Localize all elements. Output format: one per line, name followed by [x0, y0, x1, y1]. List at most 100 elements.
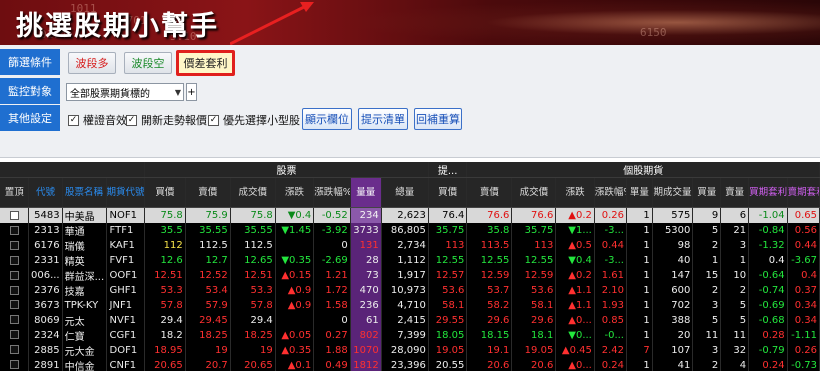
checkmark-icon: ✓ — [208, 114, 219, 126]
pin-checkbox[interactable] — [9, 210, 19, 220]
table-row[interactable]: 8069 元太 NVF1 29.4 29.45 29.4 0 61 2,415 29.55 29.6… — [0, 312, 820, 328]
pin-checkbox[interactable] — [9, 330, 19, 339]
cell-pin[interactable] — [0, 327, 30, 343]
cell-pin[interactable] — [0, 223, 30, 238]
cell-pin[interactable] — [0, 253, 30, 268]
cell-pin[interactable] — [0, 298, 30, 313]
col-header-future-change-pct[interactable]: 漲跌幅% — [594, 177, 627, 208]
quote-grid: 股票 提... 個股期貨 置頂 代號 股票名稱 期貨代號 買價 賣價 成交價 漲跌 漲跌幅% 量量… — [0, 162, 820, 371]
cell-stock-total-vol: 1,917 — [381, 268, 429, 283]
col-header-stock-ask[interactable]: 賣價 — [185, 177, 231, 208]
cell-sell-future-arb: 0.65 — [787, 207, 820, 223]
open-new-quote-checkbox[interactable]: ✓ 開新走勢報價 — [126, 112, 207, 128]
pin-checkbox[interactable] — [9, 240, 19, 250]
col-header-future-last[interactable]: 成交價 — [511, 177, 557, 208]
cell-future-tick-vol: 1 — [626, 327, 653, 343]
cell-bid-vol: 15 — [692, 268, 722, 283]
table-row[interactable]: 2331 精英 FVF1 12.6 12.7 12.65 ▼0.35 -2.69 28 1,112… — [0, 253, 820, 268]
cell-stock-ask: 112.5 — [185, 238, 231, 253]
table-row[interactable]: 006... 群益深... OOF1 12.51 12.52 12.51 ▲0.15 1.21… — [0, 268, 820, 283]
cell-stock-ask: 57.9 — [185, 298, 231, 313]
cell-future-tick-vol: 1 — [626, 223, 653, 238]
table-row[interactable]: 3673 TPK-KY JNF1 57.8 57.9 57.8 ▲0.9 1.58 236 4,7… — [0, 298, 820, 313]
pin-checkbox[interactable] — [9, 255, 19, 265]
pin-checkbox[interactable] — [9, 360, 19, 369]
cell-future-tick-vol: 1 — [626, 312, 653, 328]
cell-future-bid: 113 — [428, 238, 468, 253]
col-header-stock-total-vol[interactable]: 總量 — [381, 177, 429, 208]
pin-checkbox[interactable] — [9, 300, 19, 310]
col-header-stock-bid[interactable]: 買價 — [144, 177, 186, 208]
col-header-future-code[interactable]: 期貨代號 — [106, 177, 146, 208]
cell-pin[interactable] — [0, 312, 30, 328]
col-header-future-tick-vol[interactable]: 單量 — [626, 177, 653, 208]
col-header-code[interactable]: 代號 — [28, 177, 63, 208]
cell-stock-change-pct: 1.58 — [313, 298, 351, 313]
cell-stock-change-pct: 1.21 — [313, 268, 351, 283]
recalc-button[interactable]: 回補重算 — [414, 108, 462, 130]
table-row[interactable]: 2376 技嘉 GHF1 53.3 53.4 53.3 ▲0.9 1.72 470 10,973 5… — [0, 283, 820, 298]
wave-long-button[interactable]: 波段多 — [68, 52, 116, 74]
cell-pin[interactable] — [0, 268, 30, 283]
col-header-future-bid[interactable]: 買價 — [428, 177, 468, 208]
cell-pin[interactable] — [0, 357, 30, 371]
table-row[interactable]: 2313 華通 FTF1 35.5 35.55 35.55 ▼1.45 -3.92 3733 86… — [0, 223, 820, 238]
table-row[interactable]: 6176 瑞儀 KAF1 112 112.5 112.5 0 131 2,734 113 113.5… — [0, 238, 820, 253]
cell-bid-vol: 11 — [692, 327, 722, 343]
col-header-ask-vol[interactable]: 賣量 — [720, 177, 750, 208]
table-row[interactable]: 2885 元大金 DOF1 18.95 19 19 ▲0.35 1.88 1070 28,090 1… — [0, 342, 820, 358]
cell-stock-total-vol: 7,399 — [381, 327, 429, 343]
pin-checkbox[interactable] — [9, 225, 19, 235]
add-target-button[interactable]: + — [186, 83, 197, 101]
col-header-bid-vol[interactable]: 買量 — [692, 177, 722, 208]
cell-future-change-pct: 0.24 — [594, 357, 627, 371]
cell-sell-future-arb: 0.37 — [787, 283, 820, 298]
cell-bid-vol: 2 — [692, 238, 722, 253]
col-header-sell-future-arb[interactable]: 賣期套利 — [787, 177, 820, 208]
cell-pin[interactable] — [0, 238, 30, 253]
pin-checkbox[interactable] — [9, 345, 19, 354]
table-row[interactable]: 2891 中信金 CNF1 20.65 20.7 20.65 ▲0.1 0.49 1812 23,… — [0, 357, 820, 371]
pin-checkbox[interactable] — [9, 285, 19, 295]
spread-arbitrage-button[interactable]: 價差套利 — [176, 50, 235, 76]
pin-checkbox[interactable] — [9, 270, 19, 280]
cell-pin[interactable] — [0, 207, 30, 223]
cell-stock-ask: 19 — [185, 342, 231, 358]
checkmark-icon: ✓ — [126, 114, 137, 126]
cell-stock-last: 112.5 — [230, 238, 276, 253]
col-header-pin[interactable]: 置頂 — [0, 177, 30, 208]
monitor-target-value: 全部股票期貨標的 — [70, 88, 150, 100]
cell-pin[interactable] — [0, 342, 30, 358]
cell-future-total-vol: 98 — [652, 238, 694, 253]
col-header-future-total-vol[interactable]: 期成交量 — [652, 177, 694, 208]
col-header-stock-name[interactable]: 股票名稱 — [62, 177, 107, 208]
col-header-future-ask[interactable]: 賣價 — [466, 177, 513, 208]
col-header-future-change[interactable]: 漲跌 — [555, 177, 595, 208]
col-header-buy-future-arb[interactable]: 買期套利 — [748, 177, 788, 208]
table-row[interactable]: 2324 仁寶 CGF1 18.2 18.25 18.25 ▲0.05 0.27 802 7,39… — [0, 327, 820, 343]
cell-ask-vol: 2 — [720, 283, 750, 298]
show-columns-button[interactable]: 顯示欄位 — [302, 108, 352, 130]
cell-future-total-vol: 388 — [652, 312, 694, 328]
pin-checkbox[interactable] — [9, 315, 19, 324]
col-header-stock-change-pct[interactable]: 漲跌幅% — [313, 177, 351, 208]
quote-table: 股票 提... 個股期貨 置頂 代號 股票名稱 期貨代號 買價 賣價 成交價 漲跌 漲跌幅% 量量… — [0, 162, 820, 371]
cell-buy-future-arb: -0.69 — [748, 298, 788, 313]
cell-future-ask: 58.2 — [466, 298, 513, 313]
cell-future-change: ▲1.1 — [555, 298, 595, 313]
cell-code: 3673 — [28, 298, 63, 313]
cell-future-change-pct: -3... — [594, 223, 627, 238]
col-header-stock-tick-vol[interactable]: 量量 — [350, 177, 382, 208]
alert-list-button[interactable]: 提示清單 — [358, 108, 408, 130]
prefer-small-cap-checkbox[interactable]: ✓ 優先選擇小型股 — [208, 112, 300, 128]
table-row[interactable]: 5483 中美晶 NOF1 75.8 75.9 75.8 ▼0.4 -0.52 234 2,623… — [0, 207, 820, 223]
cell-buy-future-arb: -0.84 — [748, 223, 788, 238]
cell-future-ask: 29.6 — [466, 312, 513, 328]
cell-pin[interactable] — [0, 283, 30, 298]
monitor-target-select[interactable]: 全部股票期貨標的 ▼ — [66, 83, 184, 101]
col-header-stock-last[interactable]: 成交價 — [230, 177, 276, 208]
warrant-sound-checkbox[interactable]: ✓ 權證音效 — [68, 112, 127, 128]
col-header-stock-change[interactable]: 漲跌 — [275, 177, 315, 208]
wave-short-button[interactable]: 波段空 — [124, 52, 172, 74]
cell-stock-change-pct: 0.49 — [313, 357, 351, 371]
